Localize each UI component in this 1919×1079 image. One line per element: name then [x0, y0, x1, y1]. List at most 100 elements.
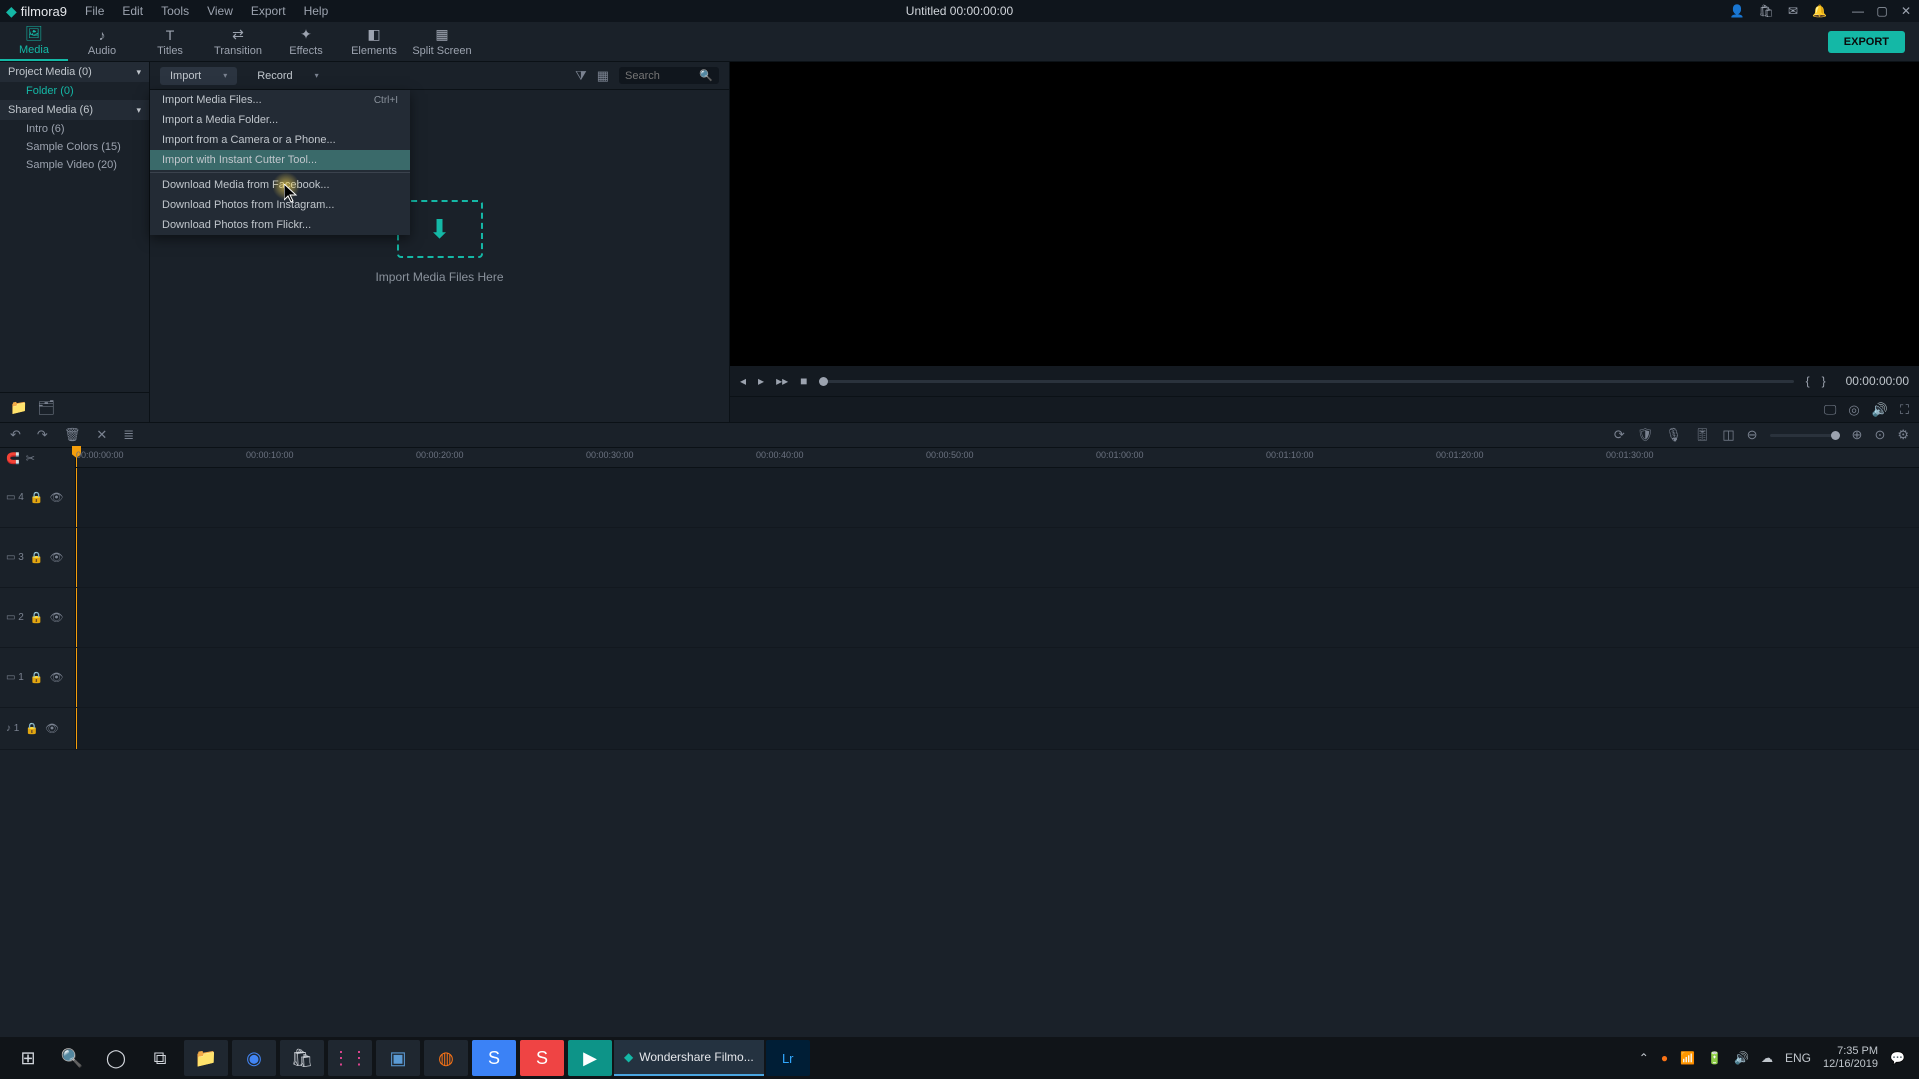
task-view-button[interactable]: ⧉ [138, 1040, 182, 1076]
menu-import-instant-cutter[interactable]: Import with Instant Cutter Tool... [150, 150, 410, 170]
settings-icon[interactable]: ⚙ [1897, 427, 1909, 443]
cart-icon[interactable]: 🛍 [1759, 4, 1774, 18]
lock-icon[interactable]: 🔒 [30, 551, 44, 564]
search-input[interactable] [625, 70, 693, 82]
eye-icon[interactable]: 👁 [50, 611, 64, 624]
new-folder-icon[interactable]: 🗂 [37, 399, 55, 416]
mark-out-icon[interactable]: } [1822, 374, 1826, 388]
edit-icon[interactable]: ≣ [123, 427, 134, 443]
next-frame-icon[interactable]: ▸▸ [776, 374, 788, 388]
taskbar-app3[interactable]: ◍ [424, 1040, 468, 1076]
taskbar-explorer[interactable]: 📁 [184, 1040, 228, 1076]
tray-wifi-icon[interactable]: 📶 [1680, 1051, 1695, 1065]
play-icon[interactable]: ▸ [758, 374, 764, 388]
zoom-in-icon[interactable]: ⊕ [1852, 427, 1863, 443]
tray-volume-icon[interactable]: 🔊 [1734, 1051, 1749, 1065]
taskbar-filmora[interactable]: ◆ Wondershare Filmo... [614, 1040, 764, 1076]
tab-split-screen[interactable]: ▦ Split Screen [408, 22, 476, 61]
track-body[interactable] [76, 468, 1919, 527]
marker-icon[interactable]: 🛡 [1637, 427, 1654, 443]
sidebar-item-intro[interactable]: Intro (6) [0, 120, 149, 138]
mixer-icon[interactable]: 🎚 [1694, 427, 1711, 443]
cortana-button[interactable]: ◯ [94, 1040, 138, 1076]
minimize-icon[interactable]: — [1851, 4, 1865, 18]
quality-icon[interactable]: ◎ [1848, 402, 1859, 418]
menu-import-media-folder[interactable]: Import a Media Folder... [150, 110, 410, 130]
delete-icon[interactable]: 🗑 [64, 427, 81, 443]
menu-download-facebook[interactable]: Download Media from Facebook... [150, 175, 410, 195]
prev-frame-icon[interactable]: ◂ [740, 374, 746, 388]
taskbar-lightroom[interactable]: Lr [766, 1040, 810, 1076]
tab-elements[interactable]: ◧ Elements [340, 22, 408, 61]
tray-clock[interactable]: 7:35 PM 12/16/2019 [1823, 1045, 1878, 1071]
menu-edit[interactable]: Edit [122, 4, 143, 18]
user-icon[interactable]: 👤 [1730, 4, 1745, 18]
taskbar-app6[interactable]: ▶ [568, 1040, 612, 1076]
lock-icon[interactable]: 🔒 [30, 611, 44, 624]
lock-icon[interactable]: 🔒 [25, 722, 39, 735]
bell-icon[interactable]: 🔔 [1812, 4, 1827, 18]
filter-icon[interactable]: ⧩ [575, 68, 587, 84]
redo-icon[interactable]: ↷ [37, 427, 48, 443]
sidebar-item-sample-video[interactable]: Sample Video (20) [0, 156, 149, 174]
track-body[interactable] [76, 708, 1919, 749]
tray-chevron-icon[interactable]: ⌃ [1639, 1051, 1649, 1065]
taskbar-chrome[interactable]: ◉ [232, 1040, 276, 1076]
track-body[interactable] [76, 528, 1919, 587]
tab-transition[interactable]: ⇄ Transition [204, 22, 272, 61]
shared-media-header[interactable]: Shared Media (6) ▾ [0, 100, 149, 120]
menu-help[interactable]: Help [304, 4, 329, 18]
project-media-header[interactable]: Project Media (0) ▾ [0, 62, 149, 82]
menu-download-flickr[interactable]: Download Photos from Flickr... [150, 215, 410, 235]
stop-icon[interactable]: ■ [800, 374, 807, 388]
eye-icon[interactable]: 👁 [50, 491, 64, 504]
export-button[interactable]: EXPORT [1828, 31, 1905, 53]
menu-import-media-files[interactable]: Import Media Files... Ctrl+I [150, 90, 410, 110]
tray-power-icon[interactable]: ● [1661, 1051, 1668, 1065]
search-box[interactable]: 🔍 [619, 67, 719, 84]
eye-icon[interactable]: 👁 [50, 551, 64, 564]
crop-icon[interactable]: ◫ [1722, 427, 1734, 443]
close-icon[interactable]: ✕ [96, 427, 107, 443]
search-icon[interactable]: 🔍 [699, 69, 713, 82]
sidebar-item-sample-colors[interactable]: Sample Colors (15) [0, 138, 149, 156]
cut-icon[interactable]: ✂ [26, 452, 35, 465]
tab-media[interactable]: 🖼 Media [0, 22, 68, 61]
search-button[interactable]: 🔍 [50, 1040, 94, 1076]
tray-lang[interactable]: ENG [1785, 1051, 1811, 1065]
start-button[interactable]: ⊞ [6, 1040, 50, 1076]
eye-icon[interactable]: 👁 [45, 722, 59, 735]
preview-screen[interactable] [730, 62, 1919, 366]
tab-effects[interactable]: ✦ Effects [272, 22, 340, 61]
lock-icon[interactable]: 🔒 [30, 671, 44, 684]
timeline-ruler[interactable]: 00:00:00:0000:00:10:0000:00:20:0000:00:3… [76, 448, 1919, 468]
mail-icon[interactable]: ✉ [1788, 4, 1798, 18]
menu-view[interactable]: View [207, 4, 233, 18]
fullscreen-icon[interactable]: ⛶ [1900, 402, 1909, 418]
grid-view-icon[interactable]: ▦ [597, 68, 609, 84]
tray-onedrive-icon[interactable]: ☁ [1761, 1051, 1773, 1065]
taskbar-app4[interactable]: S [472, 1040, 516, 1076]
preview-progress[interactable] [819, 380, 1793, 383]
zoom-fit-icon[interactable]: ⊙ [1874, 427, 1885, 443]
taskbar-app2[interactable]: ▣ [376, 1040, 420, 1076]
zoom-slider[interactable] [1770, 434, 1840, 437]
taskbar-app1[interactable]: ⋮⋮ [328, 1040, 372, 1076]
lock-icon[interactable]: 🔒 [30, 491, 44, 504]
snapshot-icon[interactable]: 🖵 [1824, 402, 1837, 418]
menu-file[interactable]: File [85, 4, 104, 18]
track-body[interactable] [76, 648, 1919, 707]
magnet-icon[interactable]: 🧲 [6, 452, 20, 465]
tab-titles[interactable]: T Titles [136, 22, 204, 61]
volume-icon[interactable]: 🔊 [1872, 402, 1888, 418]
zoom-out-icon[interactable]: ⊖ [1747, 427, 1758, 443]
menu-download-instagram[interactable]: Download Photos from Instagram... [150, 195, 410, 215]
add-folder-icon[interactable]: 📁 [10, 399, 27, 416]
menu-tools[interactable]: Tools [161, 4, 189, 18]
menu-export[interactable]: Export [251, 4, 286, 18]
sidebar-item-folder[interactable]: Folder (0) [0, 82, 149, 100]
record-dropdown[interactable]: Record ▾ [247, 67, 328, 85]
menu-import-camera-phone[interactable]: Import from a Camera or a Phone... [150, 130, 410, 150]
taskbar-store[interactable]: 🛍 [280, 1040, 324, 1076]
voiceover-icon[interactable]: 🎙 [1665, 427, 1682, 443]
